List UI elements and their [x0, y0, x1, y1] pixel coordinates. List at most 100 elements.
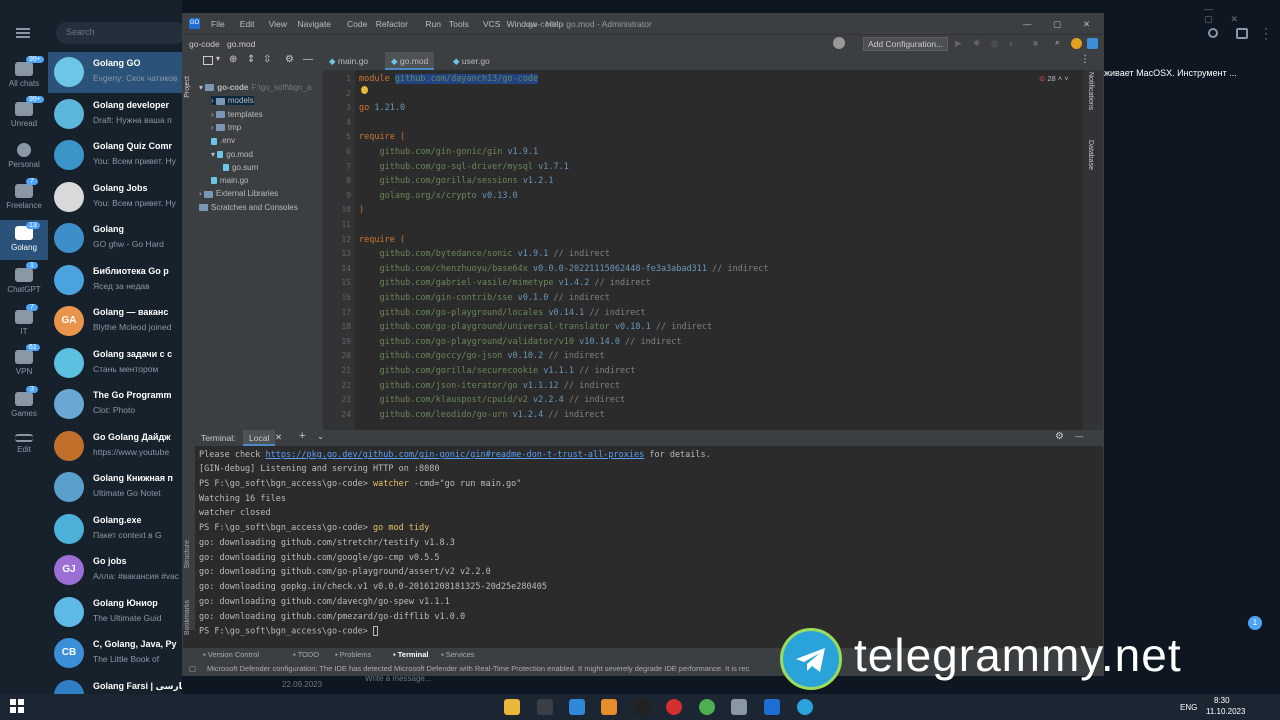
chat-item[interactable]: Golang Jobs You: Всем привет. Ну — [48, 177, 182, 218]
folder-personal[interactable]: Personal — [0, 143, 48, 169]
tree-node[interactable]: main.go — [211, 176, 248, 185]
goland-icon[interactable] — [764, 699, 780, 715]
chevron-down-icon[interactable]: ▾ — [216, 54, 220, 63]
tab-go-mod[interactable]: ◆ go.mod — [385, 52, 435, 70]
tool-tab-todo[interactable]: ▪ TODO — [293, 650, 319, 659]
close-button[interactable]: ✕ — [1083, 19, 1090, 30]
status-message[interactable]: Microsoft Defender configuration: The ID… — [207, 664, 749, 673]
clock-date[interactable]: 11.10.2023 — [1206, 707, 1245, 716]
tool-tab-version-control[interactable]: ▪ Version Control — [203, 650, 259, 659]
chat-item[interactable]: Golang GO ghw - Go Hard — [48, 218, 182, 259]
tree-node[interactable]: .env — [211, 136, 235, 145]
chat-item[interactable]: GJ Go jobs Алла: #вакансия #vac — [48, 550, 182, 591]
run-icon[interactable]: ▶ — [955, 38, 962, 49]
tool-tab-terminal[interactable]: ▪ Terminal — [393, 650, 428, 659]
locate-icon[interactable]: ⊕ — [229, 54, 237, 65]
folder-vpn[interactable]: 61 VPN — [0, 344, 48, 376]
tree-node[interactable]: › models — [211, 96, 254, 106]
folder-chatgpt[interactable]: 1 ChatGPT — [0, 262, 48, 294]
code-editor[interactable]: module github.com/dayanch13/go-code go 1.… — [355, 70, 1083, 430]
folder-all-chats[interactable]: 99+ All chats — [0, 56, 48, 88]
app-icon[interactable] — [731, 699, 747, 715]
tree-node[interactable]: ▾ go-code F:\go_soft\bgn_a — [199, 83, 311, 92]
chat-item[interactable]: Go Golang Дайдж https://www.youtube — [48, 426, 182, 467]
project-tool-button[interactable]: Project — [184, 76, 191, 98]
chat-item[interactable]: Golang developer Draft: Нужна ваша п — [48, 94, 182, 135]
menu-code[interactable]: Code — [347, 19, 367, 29]
update-icon[interactable] — [1071, 38, 1082, 49]
coverage-icon[interactable]: ◎ — [991, 38, 998, 49]
menu-vcs[interactable]: VCS — [483, 19, 500, 29]
tree-node[interactable]: ▾ go.mod — [211, 150, 253, 159]
hide-icon[interactable]: — — [1075, 431, 1084, 441]
lightbulb-icon[interactable] — [361, 86, 368, 94]
database-tool-button[interactable]: Database — [1087, 140, 1094, 170]
sublime-icon[interactable] — [601, 699, 617, 715]
profile-icon[interactable]: ◐ — [1009, 38, 1014, 48]
opera-icon[interactable] — [666, 699, 682, 715]
folder-freelance[interactable]: 7 Freelance — [0, 178, 48, 210]
tree-node[interactable]: › External Libraries — [199, 189, 278, 198]
tree-node[interactable]: › tmp — [211, 123, 241, 132]
menu-navigate[interactable]: Navigate — [297, 19, 331, 29]
expand-all-icon[interactable]: ⇕ — [247, 54, 255, 65]
chat-item[interactable]: Библиотека Go p Ясед за недав — [48, 260, 182, 301]
file-explorer-icon[interactable] — [504, 699, 520, 715]
inspection-widget[interactable]: ⊘ 28 ˄ ˅ — [1039, 74, 1069, 83]
search-input[interactable]: Search — [56, 22, 182, 44]
folder-golang[interactable]: 13 Golang — [0, 220, 48, 260]
folder-edit[interactable]: Edit — [0, 434, 48, 454]
chat-item[interactable]: Golang.exe Пакет context в G — [48, 509, 182, 550]
debug-icon[interactable]: ✱ — [973, 38, 980, 49]
chat-item[interactable]: Golang Quiz Comr You: Всем привет. Ну — [48, 135, 182, 176]
more-tabs-icon[interactable]: ⋮ — [1080, 54, 1090, 65]
more-icon[interactable]: · · · — [1264, 22, 1268, 44]
menu-tools[interactable]: Tools — [449, 19, 469, 29]
close-icon[interactable]: ✕ — [275, 432, 282, 443]
project-view-icon[interactable] — [203, 56, 213, 65]
search-icon[interactable] — [1208, 28, 1218, 38]
breadcrumb-file[interactable]: go.mod — [227, 39, 255, 49]
windows-start-icon[interactable] — [10, 699, 26, 715]
minimize-button[interactable]: — — [1023, 19, 1032, 29]
menu-view[interactable]: View — [269, 19, 287, 29]
user-icon[interactable] — [833, 37, 845, 49]
tree-node[interactable]: › templates — [211, 110, 263, 119]
hide-icon[interactable]: — — [303, 54, 313, 65]
pinned-message[interactable]: живает MacOSX. Инструмент ... — [1104, 68, 1280, 78]
clock-time[interactable]: 8:30 — [1214, 696, 1230, 705]
stop-icon[interactable]: ■ — [1033, 38, 1038, 48]
sidebar-toggle-icon[interactable] — [1236, 28, 1248, 39]
chat-item[interactable]: Golang Юниор The Ultimate Guid — [48, 592, 182, 633]
menu-run[interactable]: Run — [425, 19, 441, 29]
folder-games[interactable]: 3 Games — [0, 386, 48, 418]
language-indicator[interactable]: ENG — [1180, 703, 1197, 712]
menu-file[interactable]: File — [211, 19, 225, 29]
chat-item[interactable]: CB C, Golang, Java, Py The Little Book of — [48, 633, 182, 674]
goland-ai-icon[interactable] — [1087, 38, 1098, 49]
chat-item[interactable]: Golang Farsi | گولنگ فارسی — [48, 675, 182, 694]
chat-item[interactable]: Golang задачи с c Стань ментором — [48, 343, 182, 384]
bookmarks-tool-button[interactable]: Bookmarks — [184, 600, 191, 635]
app-icon[interactable] — [537, 699, 553, 715]
tree-node[interactable]: go.sum — [223, 163, 258, 172]
collapse-all-icon[interactable]: ⇳ — [263, 54, 271, 65]
menu-refactor[interactable]: Refactor — [376, 19, 408, 29]
terminal-tab-local[interactable]: Local — [243, 430, 276, 446]
structure-tool-button[interactable]: Structure — [184, 540, 191, 568]
gear-icon[interactable]: ⚙ — [1055, 431, 1064, 442]
chrome-icon[interactable] — [699, 699, 715, 715]
chat-item[interactable]: Golang GO Evgeny: Скок чатиков — [48, 52, 182, 93]
telegram-icon[interactable] — [797, 699, 813, 715]
vscode-icon[interactable] — [569, 699, 585, 715]
menu-icon[interactable] — [16, 28, 30, 38]
chevron-down-icon[interactable]: ⌄ — [317, 431, 324, 442]
terminal-output[interactable]: Please check https://pkg.go.dev/github.c… — [195, 446, 1091, 642]
tool-tab-problems[interactable]: ▪ Problems — [335, 650, 371, 659]
menu-edit[interactable]: Edit — [240, 19, 255, 29]
notifications-tool-button[interactable]: Notifications — [1087, 72, 1094, 110]
tree-node[interactable]: Scratches and Consoles — [199, 203, 298, 212]
chat-item[interactable]: GA Golang — ваканс Blythe Mcleod joined — [48, 301, 182, 342]
maximize-button[interactable]: ▢ — [1053, 19, 1061, 30]
tab-user-go[interactable]: ◆ user.go — [447, 52, 496, 70]
